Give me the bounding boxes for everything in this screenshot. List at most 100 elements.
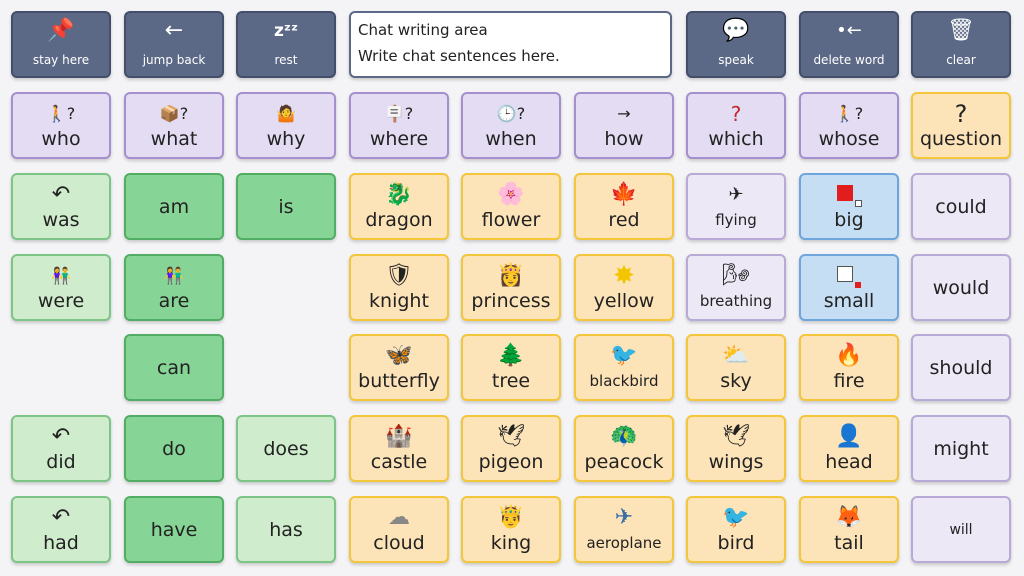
yellow-splash-icon: ✸: [613, 260, 635, 291]
word-am[interactable]: am: [124, 173, 224, 240]
word-peacock[interactable]: 🦚 peacock: [574, 415, 674, 482]
word-head[interactable]: 👤 head: [799, 415, 899, 482]
word-does[interactable]: does: [236, 415, 336, 482]
word-what[interactable]: 📦? what: [124, 92, 224, 159]
word-label: question: [919, 127, 1003, 150]
word-label: fire: [833, 369, 865, 392]
word-flying[interactable]: ✈ flying: [686, 173, 786, 240]
word-label: does: [263, 437, 309, 460]
people-icon: 👫: [164, 265, 184, 285]
word-question[interactable]: ? question: [911, 92, 1011, 159]
word-label: am: [158, 195, 190, 218]
shrug-icon: 🤷: [276, 103, 296, 123]
word-aeroplane[interactable]: ✈ aeroplane: [574, 496, 674, 563]
past-arrow-icon: ↶: [51, 181, 71, 207]
jump-back-button[interactable]: ← jump back: [124, 11, 224, 78]
chat-writing-area[interactable]: Chat writing area Write chat sentences h…: [349, 11, 672, 78]
rest-label: rest: [274, 52, 298, 67]
word-small[interactable]: small: [799, 254, 899, 321]
word-label: big: [834, 208, 864, 231]
word-king[interactable]: 🤴 king: [461, 496, 561, 563]
word-label: would: [932, 276, 990, 299]
word-label: is: [278, 195, 294, 218]
word-flower[interactable]: 🌸 flower: [461, 173, 561, 240]
castle-icon: 🏰: [385, 423, 413, 449]
word-when[interactable]: 🕒? when: [461, 92, 561, 159]
word-are[interactable]: 👫 are: [124, 254, 224, 321]
word-do[interactable]: do: [124, 415, 224, 482]
word-cloud[interactable]: ☁ cloud: [349, 496, 449, 563]
word-were[interactable]: 👫 were: [11, 254, 111, 321]
word-label: bird: [717, 531, 755, 554]
word-will[interactable]: will: [911, 496, 1011, 563]
word-would[interactable]: would: [911, 254, 1011, 321]
sky-icon: ⛅: [722, 342, 750, 368]
word-label: sky: [720, 369, 752, 392]
stay-here-button[interactable]: 📌 stay here: [11, 11, 111, 78]
word-knight[interactable]: 🛡 knight: [349, 254, 449, 321]
delete-word-label: delete word: [813, 52, 885, 67]
past-arrow-icon: ↶: [51, 423, 71, 449]
word-label: head: [825, 450, 873, 473]
word-label: where: [369, 127, 429, 150]
word-was[interactable]: ↶ was: [11, 173, 111, 240]
clear-button[interactable]: 🗑 clear: [911, 11, 1011, 78]
word-blackbird[interactable]: 🐦 blackbird: [574, 334, 674, 401]
word-whose[interactable]: 🚶? whose: [799, 92, 899, 159]
word-did[interactable]: ↶ did: [11, 415, 111, 482]
word-label: when: [485, 127, 537, 150]
people-question-icon: 🚶?: [834, 103, 864, 123]
word-have[interactable]: have: [124, 496, 224, 563]
word-has[interactable]: has: [236, 496, 336, 563]
word-label: has: [269, 518, 303, 541]
word-castle[interactable]: 🏰 castle: [349, 415, 449, 482]
word-who[interactable]: 🚶? who: [11, 92, 111, 159]
word-is[interactable]: is: [236, 173, 336, 240]
word-label: butterfly: [358, 369, 440, 392]
word-label: tree: [491, 369, 531, 392]
word-big[interactable]: big: [799, 173, 899, 240]
word-which[interactable]: ? which: [686, 92, 786, 159]
knight-icon: 🛡: [385, 262, 413, 288]
word-where[interactable]: 🪧? where: [349, 92, 449, 159]
word-might[interactable]: might: [911, 415, 1011, 482]
word-label: pigeon: [478, 450, 544, 473]
butterfly-icon: 🦋: [385, 342, 413, 368]
word-princess[interactable]: 👸 princess: [461, 254, 561, 321]
peacock-icon: 🦚: [610, 423, 638, 449]
word-label: should: [929, 356, 993, 379]
word-label: wings: [708, 450, 764, 473]
word-why[interactable]: 🤷 why: [236, 92, 336, 159]
delete-word-button[interactable]: •← delete word: [799, 11, 899, 78]
word-should[interactable]: should: [911, 334, 1011, 401]
word-wings[interactable]: 🕊 wings: [686, 415, 786, 482]
word-butterfly[interactable]: 🦋 butterfly: [349, 334, 449, 401]
word-label: cloud: [373, 531, 425, 554]
word-had[interactable]: ↶ had: [11, 496, 111, 563]
stay-here-label: stay here: [32, 52, 90, 67]
word-bird[interactable]: 🐦 bird: [686, 496, 786, 563]
word-how[interactable]: → how: [574, 92, 674, 159]
past-arrow-icon: ↶: [51, 504, 71, 530]
fire-icon: 🔥: [835, 342, 863, 368]
word-fire[interactable]: 🔥 fire: [799, 334, 899, 401]
signpost-question-icon: 🪧?: [384, 103, 414, 123]
word-tail[interactable]: 🦊 tail: [799, 496, 899, 563]
word-pigeon[interactable]: 🕊 pigeon: [461, 415, 561, 482]
rest-button[interactable]: zᶻᶻ rest: [236, 11, 336, 78]
speak-button[interactable]: 💬 speak: [686, 11, 786, 78]
word-dragon[interactable]: 🐉 dragon: [349, 173, 449, 240]
word-could[interactable]: could: [911, 173, 1011, 240]
word-sky[interactable]: ⛅ sky: [686, 334, 786, 401]
aeroplane-icon: ✈: [614, 504, 634, 530]
word-red[interactable]: 🍁 red: [574, 173, 674, 240]
word-label: which: [708, 127, 764, 150]
word-yellow[interactable]: ✸ yellow: [574, 254, 674, 321]
word-tree[interactable]: 🌲 tree: [461, 334, 561, 401]
trash-icon: 🗑: [947, 17, 975, 43]
flower-icon: 🌸: [497, 181, 525, 207]
word-can[interactable]: can: [124, 334, 224, 401]
word-label: will: [949, 521, 973, 538]
small-square-icon: [837, 264, 861, 290]
word-breathing[interactable]: 🌬 breathing: [686, 254, 786, 321]
